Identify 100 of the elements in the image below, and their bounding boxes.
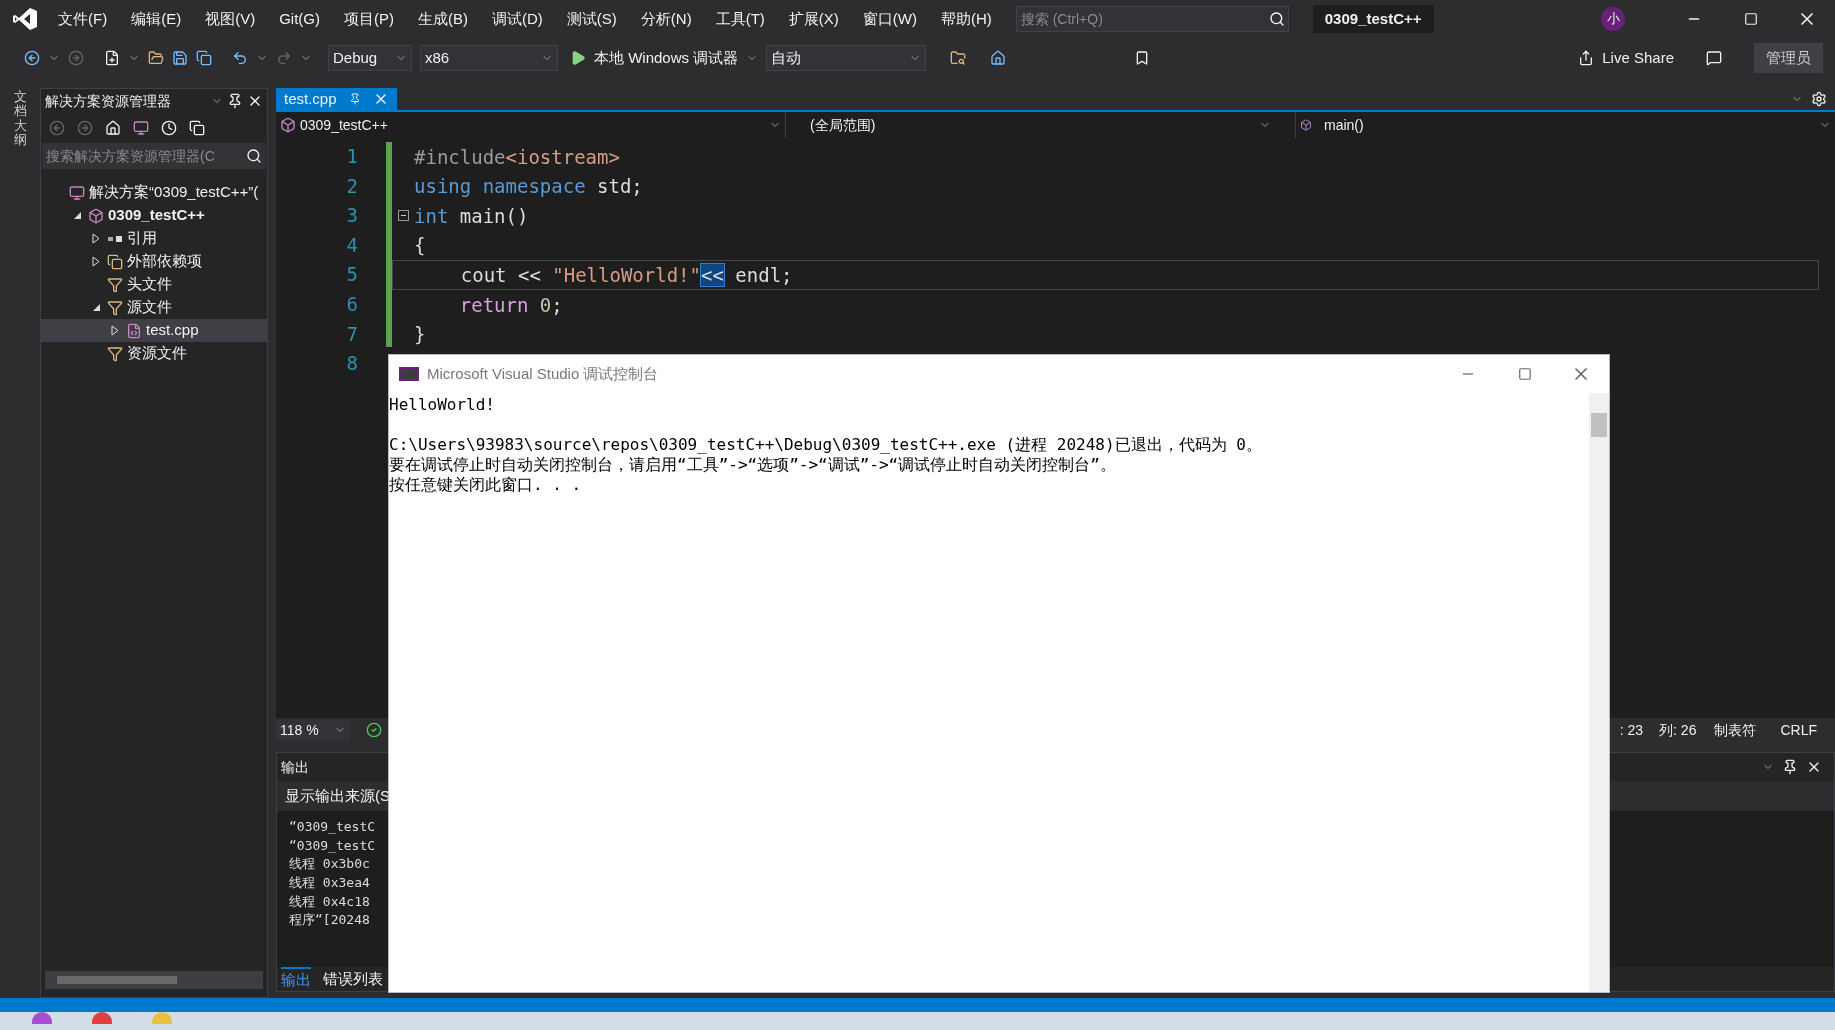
zoom-dropdown[interactable]: 118 %	[276, 719, 350, 741]
folder-search-icon[interactable]	[950, 50, 967, 66]
menu-item[interactable]: 测试(S)	[566, 7, 617, 31]
line-number: 5	[346, 262, 358, 288]
tree-item[interactable]: 源文件	[41, 296, 267, 319]
output-tab[interactable]: 输出	[281, 966, 311, 992]
collapsed-icon[interactable]	[92, 233, 100, 244]
member-dropdown[interactable]: main()	[1296, 112, 1835, 138]
menu-item[interactable]: 调试(D)	[492, 7, 543, 31]
platform-dropdown[interactable]: x86	[420, 45, 558, 71]
check-icon	[366, 722, 382, 738]
vertical-scrollbar[interactable]	[1589, 393, 1609, 992]
tree-item[interactable]: 引用	[41, 227, 267, 250]
line-number: 4	[346, 232, 358, 258]
code-line: {	[414, 233, 426, 259]
menu-item[interactable]: 工具(T)	[715, 7, 765, 31]
pin-icon[interactable]	[1782, 759, 1798, 775]
solution-view-icon[interactable]	[133, 120, 149, 136]
cpp-file-icon	[126, 322, 142, 339]
menu-item[interactable]: 视图(V)	[205, 7, 256, 31]
line-number: 2	[346, 173, 358, 199]
run-mode-dropdown[interactable]: 自动	[766, 45, 927, 71]
tree-item[interactable]: test.cpp	[41, 319, 267, 342]
side-tab[interactable]: 文档大纲	[13, 90, 27, 998]
method-icon	[1300, 119, 1312, 131]
line-number: 6	[346, 291, 358, 317]
console-icon	[399, 367, 419, 381]
pin-icon[interactable]	[227, 93, 243, 109]
live-share-button[interactable]: Live Share	[1578, 46, 1674, 70]
line-indicator: : 23	[1619, 720, 1644, 740]
search-field[interactable]: 搜索 (Ctrl+Q)	[1015, 6, 1289, 32]
tree-item[interactable]: 外部依赖项	[41, 250, 267, 273]
panel-title: 解决方案资源管理器	[45, 91, 172, 111]
open-folder-icon[interactable]	[148, 50, 164, 66]
console-line: 要在调试停止时自动关闭控制台，请启用“工具”->“选项”->“调试”->“调试停止时自动关闭控制台”。	[389, 455, 1117, 475]
share-icon	[1578, 50, 1595, 66]
tree-item[interactable]: 资源文件	[41, 342, 267, 365]
home-icon[interactable]	[105, 120, 121, 136]
menu-item[interactable]: 分析(N)	[640, 7, 692, 31]
undo-icon[interactable]	[232, 50, 248, 66]
search-icon[interactable]	[246, 148, 262, 164]
horizontal-scrollbar[interactable]	[45, 971, 263, 989]
menu-item[interactable]: 生成(B)	[418, 7, 468, 31]
collapsed-icon[interactable]	[111, 325, 119, 336]
save-icon[interactable]	[172, 50, 188, 66]
history-icon[interactable]	[161, 120, 177, 136]
output-line: 线程 0x3ea4	[289, 874, 371, 892]
output-line: 程序“[20248	[289, 911, 371, 930]
panel-title: 输出	[281, 757, 309, 777]
admin-button[interactable]: 管理员	[1754, 43, 1823, 73]
folder-filter-icon	[107, 276, 123, 293]
code-line: int main()	[414, 203, 529, 229]
back-icon[interactable]	[24, 50, 40, 66]
solution-icon	[69, 184, 85, 201]
expanded-icon[interactable]	[91, 303, 101, 312]
home-icon[interactable]	[990, 50, 1007, 66]
project-icon	[88, 207, 104, 224]
code-line: return 0;	[458, 292, 563, 318]
logo-icon	[12, 7, 38, 31]
code-line: cout << "HelloWorld!"<< endl;	[459, 262, 793, 288]
feedback-icon[interactable]	[1706, 50, 1722, 66]
folder-filter-icon	[107, 345, 123, 362]
references-icon	[107, 233, 123, 244]
menu-item[interactable]: 项目(P)	[344, 7, 394, 31]
search-icon[interactable]	[1268, 11, 1285, 27]
menu-item[interactable]: 扩展(X)	[788, 7, 839, 31]
indent-indicator: 制表符	[1714, 720, 1757, 740]
menu-item[interactable]: 编辑(E)	[131, 7, 182, 31]
maximize-icon[interactable]	[1518, 367, 1532, 381]
output-line: 线程 0x4c18	[289, 892, 371, 911]
solution-title: 0309_testC++	[1312, 5, 1434, 33]
output-line: “0309_testC	[289, 836, 377, 855]
user-avatar[interactable]: 小	[1601, 7, 1625, 31]
play-icon[interactable]	[570, 50, 586, 66]
menu-item[interactable]: 帮助(H)	[940, 7, 992, 31]
tree-item[interactable]: 解决方案“0309_testC++”(	[41, 181, 267, 204]
output-tab[interactable]: 错误列表	[323, 967, 383, 991]
output-line: “0309_testC	[289, 818, 377, 836]
menu-item[interactable]: 文件(F)	[58, 7, 108, 31]
settings-icon[interactable]	[1811, 91, 1827, 107]
configuration-dropdown[interactable]: Debug	[328, 45, 412, 71]
search-field[interactable]: 搜索解决方案资源管理器(C	[42, 143, 266, 169]
line-ending-indicator: CRLF	[1780, 720, 1817, 740]
tree-item[interactable]: 0309_testC++	[41, 204, 267, 227]
new-file-icon[interactable]	[104, 50, 120, 66]
output-line: 线程 0x3b0c	[289, 855, 371, 874]
debugger-button[interactable]: 本地 Windows 调试器	[594, 46, 739, 70]
menu-item[interactable]: Git(G)	[279, 7, 320, 31]
console-line: C:\Users\93983\source\repos\0309_testC++\Debug\0309_testC++.exe (进程 20248)已退出，代码为 0。	[389, 435, 1263, 455]
forward-icon[interactable]	[68, 50, 84, 66]
line-number: 1	[346, 144, 358, 169]
menu-item[interactable]: 窗口(W)	[862, 7, 917, 31]
tree-item[interactable]: 头文件	[41, 273, 267, 296]
collapsed-icon[interactable]	[92, 256, 100, 267]
expanded-icon[interactable]	[72, 211, 82, 220]
console-line: HelloWorld!	[389, 395, 496, 415]
window-title: Microsoft Visual Studio 调试控制台	[427, 363, 659, 384]
fold-icon[interactable]	[397, 210, 409, 222]
forward-icon[interactable]	[77, 120, 93, 136]
code-line: }	[414, 322, 426, 348]
